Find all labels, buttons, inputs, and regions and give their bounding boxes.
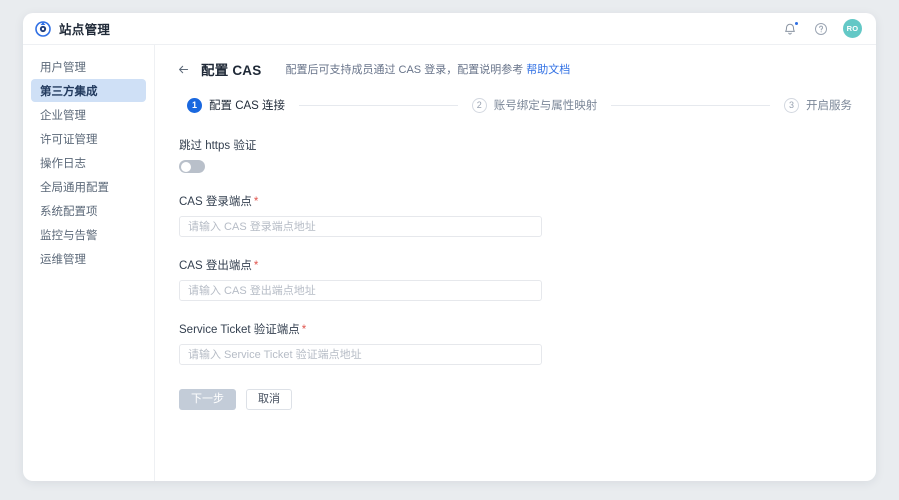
body: 用户管理 第三方集成 企业管理 许可证管理 操作日志 全局通用配置 系统配置项 … (23, 45, 876, 481)
sidebar-item-label: 操作日志 (40, 157, 86, 170)
sidebar-item-label: 许可证管理 (40, 133, 98, 146)
cas-logout-endpoint-label: CAS 登出端点 * (179, 257, 856, 273)
skip-https-verification-toggle[interactable] (179, 160, 205, 173)
sidebar-item-label: 全局通用配置 (40, 181, 109, 194)
service-ticket-validate-endpoint-group: Service Ticket 验证端点 * (179, 321, 856, 365)
notification-badge-dot (794, 20, 799, 26)
skip-https-verification-label: 跳过 https 验证 (179, 140, 257, 152)
cas-connection-form: 跳过 https 验证 CAS 登录端点* CAS 登出端点* (175, 137, 856, 410)
required-marker: * (253, 196, 259, 208)
sidebar-item-label: 运维管理 (40, 253, 86, 266)
step-connector-1 (299, 104, 458, 106)
required-marker: * (301, 324, 307, 336)
skip-https-verification-group: 跳过 https 验证 (179, 137, 856, 173)
toggle-knob (180, 161, 191, 172)
bell-icon[interactable] (781, 20, 799, 38)
cas-logout-endpoint-input[interactable] (179, 280, 542, 301)
app-window: 站点管理 RO 用户管理 第三方集成 企业管理 许可证管理 操作日志 全局通用配… (23, 13, 876, 481)
top-bar: 站点管理 RO (23, 13, 876, 45)
sidebar-item-license-management[interactable]: 许可证管理 (31, 127, 146, 150)
form-actions: 下一步 取消 (179, 389, 856, 410)
step-1-number: 1 (187, 97, 202, 113)
label-text: CAS 登出端点 (179, 260, 252, 272)
sidebar-item-label: 系统配置项 (40, 205, 98, 218)
sidebar-item-label: 第三方集成 (40, 85, 98, 98)
label-text: CAS 登录端点 (179, 196, 252, 208)
circle-aperture-logo-icon (35, 20, 51, 37)
required-marker: * (253, 260, 259, 272)
sidebar-item-third-party-integration[interactable]: 第三方集成 (31, 79, 146, 102)
sidebar-item-user-management[interactable]: 用户管理 (31, 55, 146, 78)
page-subtitle-text: 配置后可支持成员通过 CAS 登录，配置说明参考 (285, 64, 524, 76)
cas-logout-endpoint-group: CAS 登出端点 * (179, 257, 856, 301)
brand-title: 站点管理 (59, 23, 111, 37)
sidebar-item-label: 用户管理 (40, 61, 86, 74)
step-connector-2 (611, 104, 771, 106)
sidebar-item-label: 企业管理 (40, 109, 86, 122)
question-circle-icon[interactable] (812, 20, 830, 38)
sidebar-item-operation-log[interactable]: 操作日志 (31, 151, 146, 174)
sidebar-item-system-config[interactable]: 系统配置项 (31, 199, 146, 222)
cas-login-endpoint-label: CAS 登录端点 * (179, 193, 856, 209)
stepper: 1 配置 CAS 连接 2 账号绑定与属性映射 3 开启服务 (175, 97, 856, 113)
step-2-number: 2 (471, 97, 487, 113)
sidebar-item-label: 监控与告警 (40, 229, 98, 242)
sidebar-item-monitoring-alerts[interactable]: 监控与告警 (31, 223, 146, 246)
step-1-label: 配置 CAS 连接 (209, 100, 286, 112)
page-header: 配置 CAS 配置后可支持成员通过 CAS 登录，配置说明参考 帮助文档 (175, 59, 856, 79)
main-content: 配置 CAS 配置后可支持成员通过 CAS 登录，配置说明参考 帮助文档 1 配… (155, 45, 876, 481)
step-3[interactable]: 3 开启服务 (784, 97, 852, 113)
cas-login-endpoint-group: CAS 登录端点 * (179, 193, 856, 237)
arrow-left-icon[interactable] (175, 61, 191, 77)
sidebar-item-enterprise-management[interactable]: 企业管理 (31, 103, 146, 126)
brand[interactable]: 站点管理 (35, 19, 110, 38)
step-2-label: 账号绑定与属性映射 (493, 100, 598, 112)
sidebar-item-global-config[interactable]: 全局通用配置 (31, 175, 146, 198)
service-ticket-validate-endpoint-input[interactable] (179, 344, 542, 365)
service-ticket-validate-endpoint-label: Service Ticket 验证端点 * (179, 321, 856, 337)
help-doc-link[interactable]: 帮助文档 (526, 64, 570, 76)
cancel-button[interactable]: 取消 (246, 389, 292, 410)
page-title: 配置 CAS (201, 63, 262, 78)
top-bar-actions: RO (781, 19, 866, 38)
sidebar-item-ops-management[interactable]: 运维管理 (31, 247, 146, 270)
step-2[interactable]: 2 账号绑定与属性映射 (471, 97, 598, 113)
cas-login-endpoint-input[interactable] (179, 216, 542, 237)
label-text: Service Ticket 验证端点 (179, 324, 300, 336)
sidebar: 用户管理 第三方集成 企业管理 许可证管理 操作日志 全局通用配置 系统配置项 … (23, 45, 155, 481)
step-1[interactable]: 1 配置 CAS 连接 (187, 97, 285, 113)
next-step-button[interactable]: 下一步 (179, 389, 236, 410)
avatar[interactable]: RO (843, 19, 862, 38)
page-subtitle: 配置后可支持成员通过 CAS 登录，配置说明参考 帮助文档 (285, 61, 570, 77)
step-3-label: 开启服务 (806, 100, 853, 112)
step-3-number: 3 (784, 97, 800, 113)
